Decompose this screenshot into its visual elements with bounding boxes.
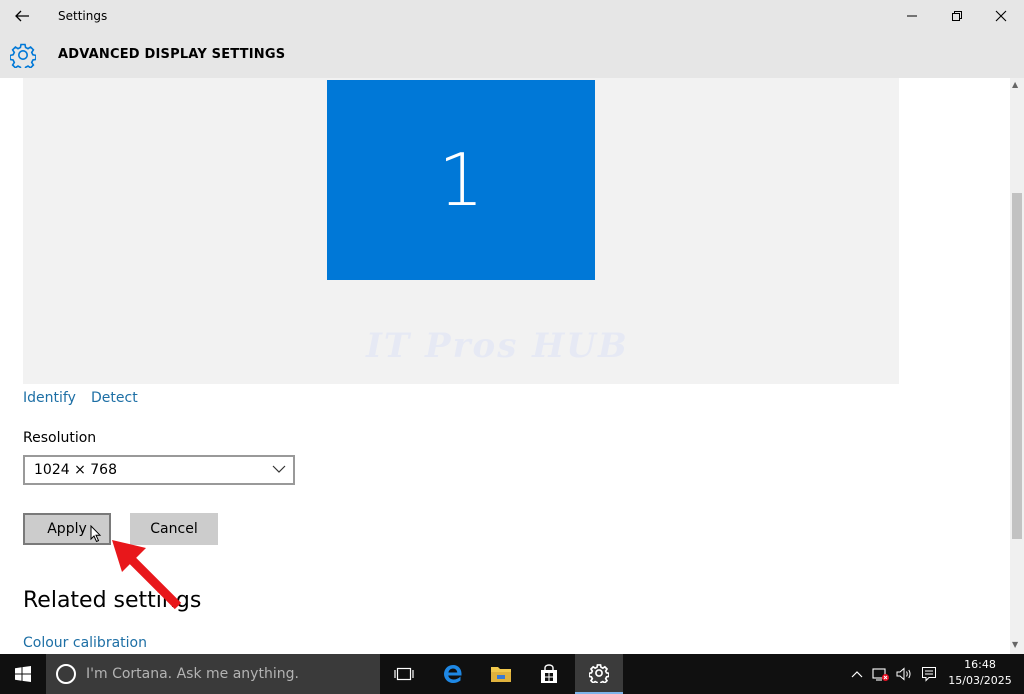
settings-taskbar-button[interactable]	[575, 654, 623, 694]
scroll-down-icon[interactable]: ▼	[1012, 640, 1018, 649]
network-disconnected-icon	[872, 668, 889, 681]
search-placeholder: I'm Cortana. Ask me anything.	[86, 666, 299, 682]
resolution-label: Resolution	[23, 430, 97, 446]
display-preview: 1 IT Pros HUB	[23, 78, 899, 384]
monitor-1[interactable]: 1	[327, 80, 595, 280]
annotation-arrow-icon	[112, 540, 182, 610]
windows-logo-icon	[15, 666, 31, 682]
minimize-button[interactable]	[889, 0, 935, 32]
taskbar: I'm Cortana. Ask me anything. 16:48 15/0…	[0, 654, 1024, 694]
resolution-value: 1024 × 768	[34, 462, 117, 478]
restore-icon	[952, 11, 962, 21]
cortana-search-box[interactable]: I'm Cortana. Ask me anything.	[46, 654, 380, 694]
chevron-up-icon	[851, 671, 863, 678]
back-arrow-icon	[15, 10, 29, 22]
start-button[interactable]	[0, 654, 46, 694]
volume-icon	[896, 667, 911, 681]
watermark: IT Pros HUB	[366, 326, 629, 366]
volume-tray-button[interactable]	[895, 654, 915, 694]
scroll-up-icon[interactable]: ▲	[1012, 80, 1018, 89]
page-title: ADVANCED DISPLAY SETTINGS	[58, 47, 286, 62]
monitor-number: 1	[438, 138, 484, 222]
minimize-icon	[907, 15, 917, 17]
identify-link[interactable]: Identify	[23, 390, 76, 406]
file-explorer-icon	[491, 667, 511, 682]
show-hidden-icons-button[interactable]	[848, 654, 866, 694]
vertical-scrollbar[interactable]: ▲ ▼	[1010, 78, 1024, 654]
detect-link[interactable]: Detect	[91, 390, 138, 406]
notification-icon	[922, 667, 936, 682]
clock-date: 15/03/2025	[948, 674, 1012, 687]
edge-icon	[444, 665, 462, 683]
close-icon	[995, 10, 1007, 22]
taskbar-clock[interactable]: 16:48 15/03/2025	[940, 657, 1020, 689]
app-title: Settings	[58, 9, 108, 23]
edge-button[interactable]	[429, 654, 477, 694]
mouse-cursor-icon	[90, 525, 102, 543]
gear-icon	[10, 43, 36, 68]
restore-button[interactable]	[934, 0, 980, 32]
clock-time: 16:48	[964, 658, 996, 671]
settings-icon	[589, 664, 609, 683]
close-button[interactable]	[978, 0, 1024, 32]
cortana-icon	[56, 664, 76, 684]
scrollbar-thumb[interactable]	[1012, 193, 1022, 539]
task-view-icon	[394, 667, 414, 681]
network-tray-button[interactable]	[870, 654, 892, 694]
file-explorer-button[interactable]	[477, 654, 525, 694]
back-button[interactable]	[8, 4, 36, 28]
store-button[interactable]	[525, 654, 573, 694]
colour-calibration-link[interactable]: Colour calibration	[23, 635, 147, 651]
chevron-down-icon	[272, 465, 286, 473]
title-bar: Settings	[0, 0, 1024, 32]
action-center-button[interactable]	[918, 654, 940, 694]
resolution-dropdown[interactable]: 1024 × 768	[23, 455, 295, 485]
store-icon	[541, 664, 557, 683]
page-header: ADVANCED DISPLAY SETTINGS	[0, 32, 1024, 78]
task-view-button[interactable]	[380, 654, 428, 694]
